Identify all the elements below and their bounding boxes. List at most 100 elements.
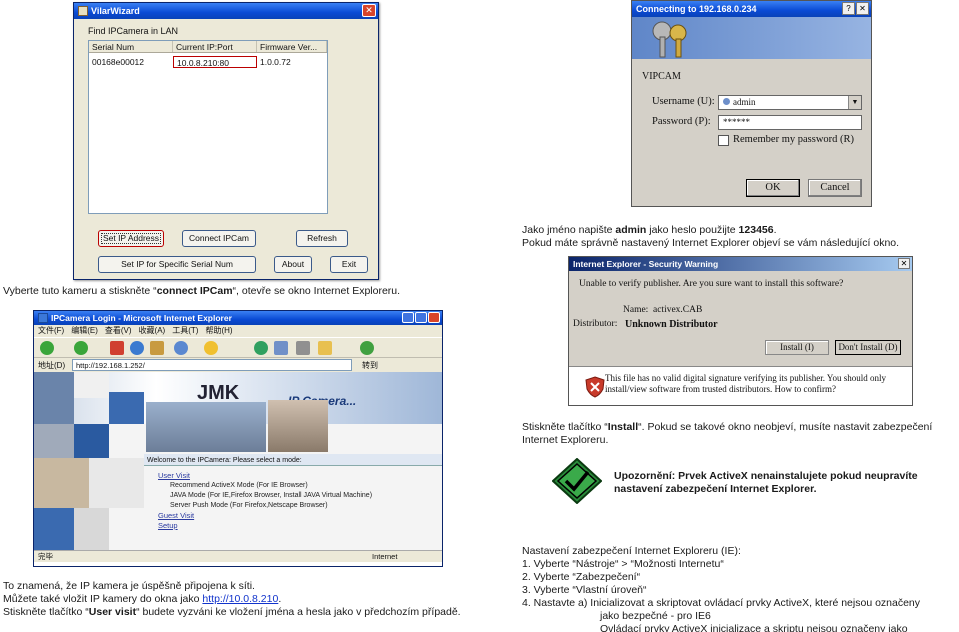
mode-push[interactable]: Server Push Mode (For Firefox,Netscape B… [158,501,372,511]
login-dialog: Connecting to 192.168.0.234 ? ✕ VIPCAM U… [631,0,872,207]
vilarwizard-window: VilarWizard ✕ Find IPCamera in LAN Seria… [73,2,379,280]
menu-help[interactable]: 帮助(H) [205,325,232,337]
refresh-icon[interactable] [130,341,144,355]
login-titlebar: Connecting to 192.168.0.234 [632,1,871,17]
app-icon [78,6,88,16]
security-question: Unable to verify publisher. Are you sure… [579,279,844,289]
ie-step-2: 2. Vyberte “Zabezpečení“ [522,571,641,583]
status-bar: 完毕 Internet [34,550,442,562]
address-bar: 地址(D) http://192.168.1.252/ 转到 [34,357,442,372]
login-hint-line-2: Pokud máte správně nastavený Internet Ex… [522,237,900,249]
forward-icon[interactable] [74,341,88,355]
table-row[interactable]: 00168e00012 10.0.8.210:80 1.0.0.72 [89,56,327,68]
install-text: Stiskněte tlačítko “Install“. Pokud se t… [522,421,933,446]
mode-java[interactable]: JAVA Mode (For IE,Firefox Browser, Insta… [158,491,372,501]
find-group-label: Find IPCamera in LAN [88,26,179,36]
user-icon [723,98,730,105]
window-controls [402,312,440,323]
activex-warning: Upozornění: Prvek ActiveX nenainstalujet… [614,470,918,495]
row-serial: 00168e00012 [92,57,145,67]
close-icon[interactable]: ✕ [898,258,910,269]
connected-line-2: Můžete také vložit IP kamery do okna jak… [3,593,282,605]
refresh-button[interactable]: Refresh [296,230,348,247]
close-icon[interactable]: ✕ [362,4,376,17]
home-icon[interactable] [150,341,164,355]
mode-list: User Visit Recommend ActiveX Mode (For I… [158,471,372,531]
status-left: 完毕 [38,552,53,561]
mail-icon[interactable] [274,341,288,355]
mode-activex[interactable]: Recommend ActiveX Mode (For IE Browser) [158,481,372,491]
ie-icon [38,313,48,323]
vilarwizard-titlebar: VilarWizard [74,3,378,19]
install-button[interactable]: Install (I) [765,340,829,355]
ie-step-4: 4. Nastavte a) Inicializovat a skriptova… [522,597,921,609]
column-serial[interactable]: Serial Num [89,41,173,52]
chevron-down-icon[interactable]: ▼ [848,96,861,109]
exit-button[interactable]: Exit [330,256,368,273]
menu-tools[interactable]: 工具(T) [172,325,198,337]
name-value: activex.CAB [653,305,703,315]
browser-window: IPCamera Login - Microsoft Internet Expl… [33,310,443,567]
back-icon[interactable] [40,341,54,355]
connect-ipcam-button[interactable]: Connect IPCam [182,230,256,247]
select-camera-text: Vyberte tuto kameru a stiskněte “connect… [3,285,401,297]
password-field[interactable]: ****** [718,115,862,130]
user-visit-link[interactable]: User Visit [158,471,372,481]
go-button[interactable]: 转到 [362,360,378,371]
ok-button[interactable]: OK [746,179,800,197]
dont-install-button[interactable]: Don't Install (D) [835,340,901,355]
guest-visit-link[interactable]: Guest Visit [158,511,372,521]
welcome-text: Welcome to the IPCamera: Please select a… [147,457,302,464]
username-value: admin [733,97,756,107]
set-ip-address-button[interactable]: Set IP Address [98,230,164,247]
ie-step-3: 3. Vyberte “Vlastní úroveň“ [522,584,647,596]
camera-ip-link[interactable]: http://10.0.8.210 [202,593,278,605]
search-icon[interactable] [174,341,188,355]
maximize-icon[interactable] [415,312,427,323]
setup-link[interactable]: Setup [158,521,372,531]
browser-titlebar: IPCamera Login - Microsoft Internet Expl… [34,311,442,325]
row-firmware: 1.0.0.72 [260,57,291,67]
minimize-icon[interactable] [402,312,414,323]
favorites-icon[interactable] [204,341,218,355]
remember-checkbox[interactable] [718,135,729,146]
connected-line-3: Stiskněte tlačítko “User visit“ budete v… [3,606,461,618]
connected-text: To znamená, že IP kamera je úspěšně přip… [3,580,503,619]
row-ip: 10.0.8.210:80 [173,56,257,68]
browser-toolbar [34,337,442,357]
checkmark-icon [552,458,602,504]
address-label: 地址(D) [38,361,66,370]
messenger-icon[interactable] [360,341,374,355]
cancel-button[interactable]: Cancel [808,179,862,197]
close-icon[interactable]: ✕ [856,2,869,15]
menu-edit[interactable]: 编辑(E) [71,325,98,337]
menu-view[interactable]: 查看(V) [105,325,132,337]
keys-banner [632,17,871,59]
browser-page: JMK IP Camera... Welcome to the IPCamera… [34,372,442,550]
print-icon[interactable] [296,341,310,355]
folder-icon[interactable] [318,341,332,355]
history-icon[interactable] [254,341,268,355]
column-ip[interactable]: Current IP:Port [173,41,257,52]
menu-favorites[interactable]: 收藏(A) [139,325,166,337]
help-icon[interactable]: ? [842,2,855,15]
stop-icon[interactable] [110,341,124,355]
welcome-bar: Welcome to the IPCamera: Please select a… [144,454,442,466]
about-button[interactable]: About [274,256,312,273]
ie-step-4c: Ovládací prvky ActiveX inicializace a sk… [600,623,908,632]
username-field[interactable]: admin ▼ [718,95,862,110]
remember-label: Remember my password (R) [733,134,855,145]
camera-photo [146,402,266,452]
ie-settings-title: Nastavení zabezpečení Internet Exploreru… [522,545,741,557]
set-ip-serial-button[interactable]: Set IP for Specific Serial Num [98,256,256,273]
banner-photo-grid [34,372,144,550]
ie-step-1: 1. Vyberte “Nástroje“ > “Možnosti Intern… [522,558,724,570]
menu-file[interactable]: 文件(F) [38,325,64,337]
browser-title: IPCamera Login - Microsoft Internet Expl… [51,313,232,323]
camera-list[interactable]: Serial Num Current IP:Port Firmware Ver.… [88,40,328,214]
address-input[interactable]: http://192.168.1.252/ [72,359,352,371]
username-label: Username (U): [652,96,715,107]
close-icon[interactable] [428,312,440,323]
browser-menubar: 文件(F) 编辑(E) 查看(V) 收藏(A) 工具(T) 帮助(H) [34,325,442,337]
column-firmware[interactable]: Firmware Ver... [257,41,327,52]
